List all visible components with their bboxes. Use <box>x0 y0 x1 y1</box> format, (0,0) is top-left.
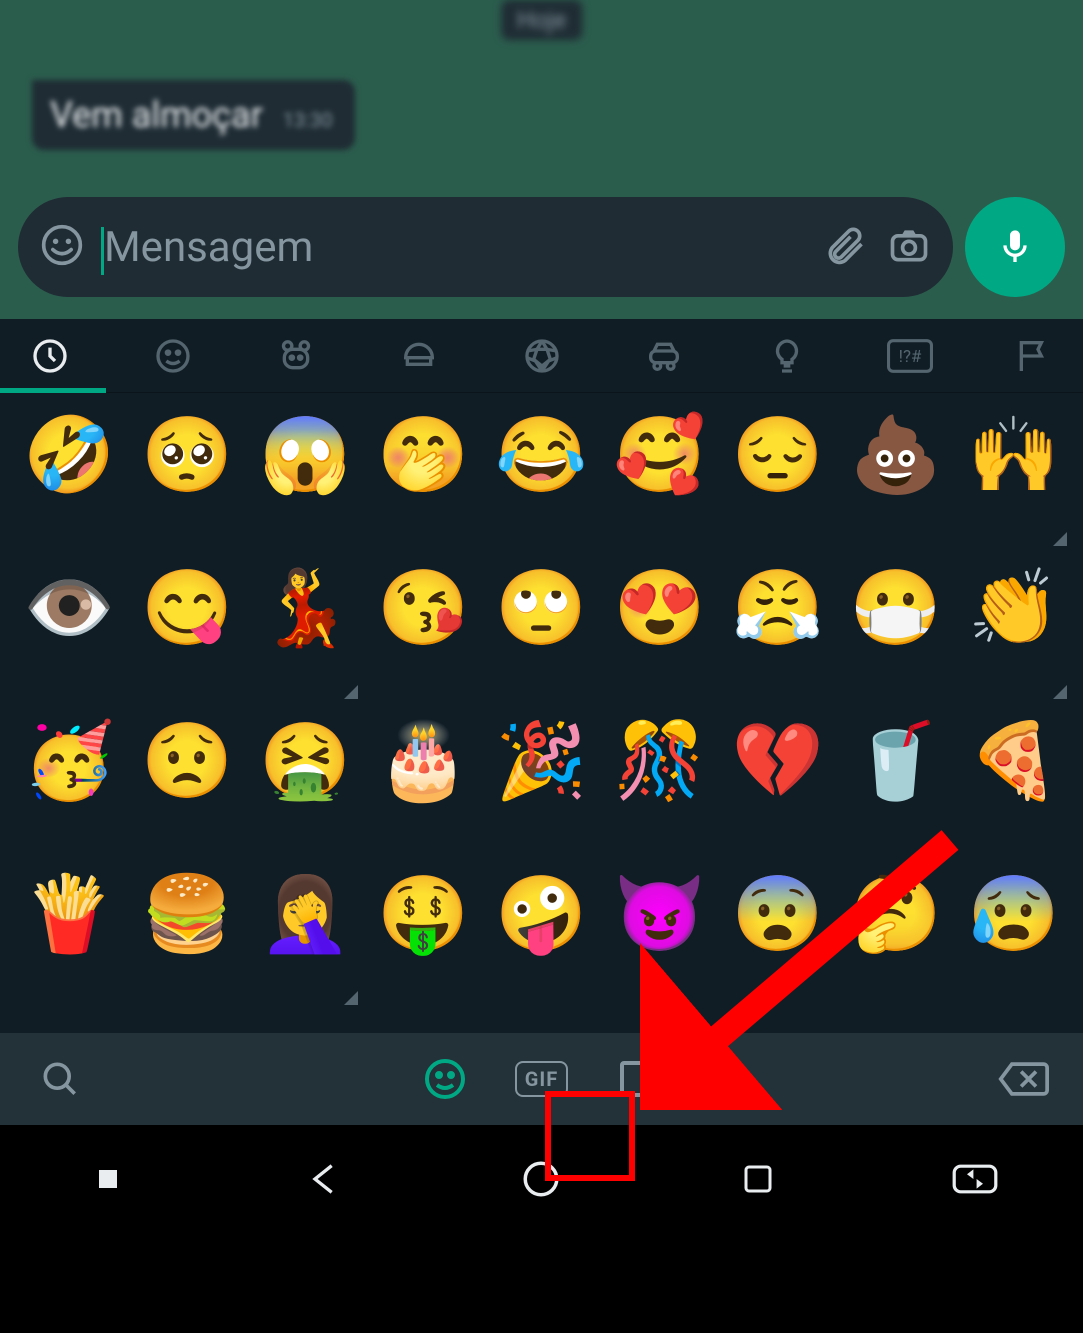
emoji-item[interactable]: 🎉 <box>482 725 600 854</box>
emoji-item[interactable]: 😍 <box>601 572 719 701</box>
category-food[interactable] <box>393 330 445 382</box>
category-activity[interactable] <box>516 330 568 382</box>
emoji-item[interactable]: 🍕 <box>955 725 1073 854</box>
emoji-item[interactable]: 🙄 <box>482 572 600 701</box>
emoji-item[interactable]: 🥳 <box>10 725 128 854</box>
backspace-icon[interactable] <box>997 1053 1049 1105</box>
active-tab-underline <box>0 388 106 393</box>
category-recent[interactable] <box>24 330 76 382</box>
text-caret <box>101 227 104 275</box>
emoji-item[interactable]: 👁️ <box>10 572 128 701</box>
incoming-message[interactable]: Vem almoçar 13:30 <box>32 80 355 150</box>
input-placeholder: Mensagem <box>104 223 313 272</box>
nav-home-icon[interactable] <box>515 1153 567 1205</box>
category-animals[interactable] <box>270 330 322 382</box>
emoji-icon[interactable] <box>40 223 84 271</box>
emoji-item[interactable]: 🍟 <box>10 878 128 1007</box>
emoji-item[interactable]: 👏 <box>955 572 1073 701</box>
attach-icon[interactable] <box>823 223 867 271</box>
emoji-item[interactable]: 😷 <box>837 572 955 701</box>
emoji-item[interactable]: 😂 <box>482 419 600 548</box>
emoji-grid: 🤣🥺😱🤭😂🥰😔💩🙌 👁️😋💃😘🙄😍😤😷👏 🥳😟🤮🎂🎉🎊💔🥤🍕 🍟🍔🤦‍♀️🤑🤪😈😨🤔😰 <box>0 393 1083 1033</box>
skin-tone-indicator <box>344 991 358 1005</box>
category-flags[interactable] <box>1007 330 1059 382</box>
android-nav-bar <box>0 1125 1083 1233</box>
emoji-item[interactable]: 🙌 <box>955 419 1073 548</box>
emoji-tab-icon[interactable] <box>419 1053 471 1105</box>
emoji-item[interactable]: 💃 <box>246 572 364 701</box>
message-time: 13:30 <box>283 108 333 132</box>
category-symbols[interactable]: !?# <box>884 330 936 382</box>
emoji-panel: !?# 🤣🥺😱🤭😂🥰😔💩🙌 👁️😋💃😘🙄😍😤😷👏 🥳😟🤮🎂🎉🎊💔🥤🍕 🍟🍔🤦‍♀️🤑🤪… <box>0 319 1083 1033</box>
emoji-item[interactable]: 😨 <box>719 878 837 1007</box>
emoji-item[interactable]: 🥤 <box>837 725 955 854</box>
camera-icon[interactable] <box>887 223 931 271</box>
emoji-item[interactable]: 😱 <box>246 419 364 548</box>
nav-switch-icon[interactable] <box>949 1153 1001 1205</box>
category-travel[interactable] <box>638 330 690 382</box>
emoji-item[interactable]: 🤔 <box>837 878 955 1007</box>
emoji-item[interactable]: 😰 <box>955 878 1073 1007</box>
emoji-item[interactable]: 💩 <box>837 419 955 548</box>
skin-tone-indicator <box>344 685 358 699</box>
sticker-tab-icon[interactable] <box>612 1053 664 1105</box>
emoji-item[interactable]: 🥰 <box>601 419 719 548</box>
category-smileys[interactable] <box>147 330 199 382</box>
category-objects[interactable] <box>761 330 813 382</box>
emoji-item[interactable]: 🤑 <box>364 878 482 1007</box>
skin-tone-indicator <box>1053 685 1067 699</box>
mic-button[interactable] <box>965 197 1065 297</box>
emoji-category-tabs: !?# <box>0 319 1083 393</box>
emoji-item[interactable]: 😋 <box>128 572 246 701</box>
gif-tab[interactable]: GIF <box>515 1061 568 1097</box>
emoji-item[interactable]: 🎂 <box>364 725 482 854</box>
chat-background: Hoje Vem almoçar 13:30 Mensagem <box>0 0 1083 319</box>
emoji-item[interactable]: 🤭 <box>364 419 482 548</box>
emoji-item[interactable]: 🤣 <box>10 419 128 548</box>
picker-bottom-bar: GIF <box>0 1033 1083 1125</box>
message-input[interactable]: Mensagem <box>104 223 803 272</box>
emoji-item[interactable]: 🤮 <box>246 725 364 854</box>
emoji-item[interactable]: 😘 <box>364 572 482 701</box>
emoji-item[interactable]: 🤦‍♀️ <box>246 878 364 1007</box>
emoji-item[interactable]: 🤪 <box>482 878 600 1007</box>
emoji-item[interactable]: 😈 <box>601 878 719 1007</box>
emoji-item[interactable]: 💔 <box>719 725 837 854</box>
date-chip: Hoje <box>501 0 582 40</box>
emoji-item[interactable]: 😤 <box>719 572 837 701</box>
nav-back-icon[interactable] <box>299 1153 351 1205</box>
message-text: Vem almoçar <box>50 94 263 136</box>
skin-tone-indicator <box>1053 532 1067 546</box>
emoji-item[interactable]: 🥺 <box>128 419 246 548</box>
search-icon[interactable] <box>34 1053 86 1105</box>
emoji-item[interactable]: 😟 <box>128 725 246 854</box>
nav-recents-icon[interactable] <box>732 1153 784 1205</box>
emoji-item[interactable]: 🎊 <box>601 725 719 854</box>
emoji-item[interactable]: 🍔 <box>128 878 246 1007</box>
svg-text:!?#: !?# <box>899 347 922 367</box>
nav-menu-icon[interactable] <box>82 1153 134 1205</box>
composer-row: Mensagem <box>18 197 1065 297</box>
emoji-item[interactable]: 😔 <box>719 419 837 548</box>
message-input-pill[interactable]: Mensagem <box>18 197 953 297</box>
